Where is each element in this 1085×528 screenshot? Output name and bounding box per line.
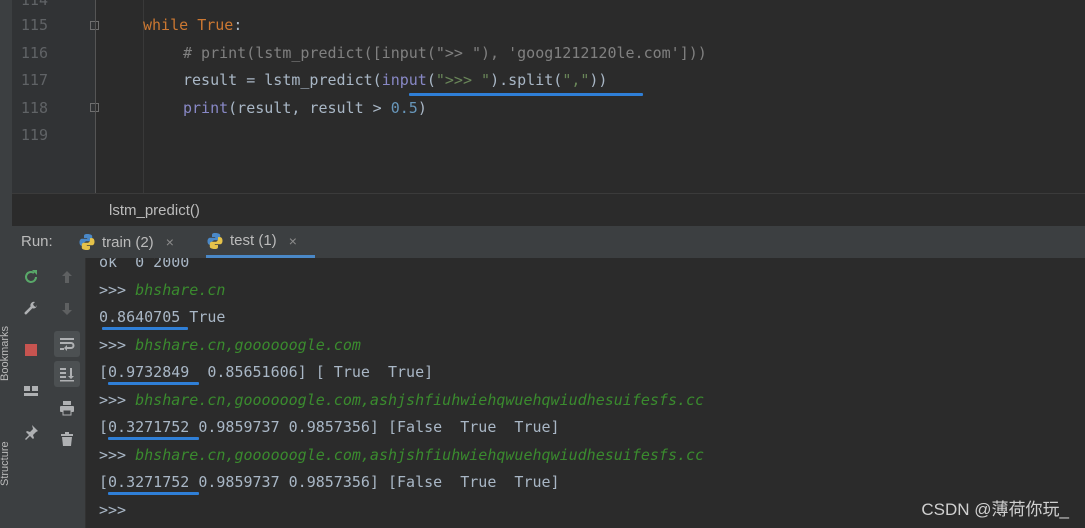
code-editor[interactable]: 114 115 116 117 118 119 while True: # pr… [12,0,1085,193]
highlight-underline [102,327,188,330]
string-literal: ">>> " [435,71,491,89]
code-line-115: while True: [143,16,242,34]
layout-icon[interactable] [20,380,42,402]
console-line: [0.3271752 0.9859737 0.9857356] [False T… [99,418,560,436]
line-gutter: 114 115 116 117 118 119 [12,0,99,193]
keyword: True [197,16,234,34]
console-prompt[interactable]: >>> [99,501,126,519]
builtin: print [183,99,229,117]
structure-tab[interactable]: Structure [0,441,11,486]
console-line: >>> bhshare.cn,goooooogle.com [99,336,361,354]
line-number: 114 [20,0,48,9]
console-user-input: bhshare.cn,goooooogle.com,ashjshfiuhwieh… [135,446,705,464]
print-icon[interactable] [56,397,78,419]
code-text: ( [426,71,436,89]
stop-icon[interactable] [20,339,42,361]
bookmarks-tab[interactable]: Bookmarks [0,326,11,381]
builtin: input [381,71,427,89]
console-user-input: bhshare.cn,goooooogle.com [135,336,361,354]
down-arrow-icon[interactable] [56,298,78,320]
soft-wrap-icon[interactable] [54,331,80,357]
gutter-divider [95,0,96,193]
console-line: >>> bhshare.cn,goooooogle.com,ashjshfiuh… [99,446,705,464]
python-icon [79,234,95,250]
console-line: [0.9732849 0.85651606] [ True True] [99,363,434,381]
code-text: result = lstm_predict( [183,71,382,89]
code-text: : [233,16,243,34]
console-user-input: bhshare.cn,goooooogle.com,ashjshfiuhwieh… [135,391,705,409]
rerun-icon[interactable] [20,266,42,288]
breadcrumb[interactable]: lstm_predict() [12,193,1085,227]
tab-train[interactable]: train (2) × [78,226,174,258]
keyword: while [143,16,189,34]
console-line: 0.8640705 True [99,308,226,326]
trash-icon[interactable] [56,428,78,450]
pin-icon[interactable] [20,421,42,443]
tab-label: train (2) [102,233,154,251]
line-number: 117 [20,71,48,89]
highlight-underline [108,382,199,385]
code-text: )) [589,71,608,89]
watermark: CSDN @薄荷你玩_ [921,500,1069,519]
console-line: >>> bhshare.cn,goooooogle.com,ashjshfiuh… [99,391,705,409]
highlight-underline [409,93,643,96]
string-literal: "," [562,71,590,89]
line-number: 116 [20,44,48,62]
up-arrow-icon[interactable] [56,266,78,288]
highlight-underline [108,437,199,440]
number-literal: 0.5 [390,99,418,117]
line-number: 119 [20,126,48,144]
line-number: 118 [20,99,48,117]
console-line: >>> bhshare.cn [99,281,226,299]
code-line-118: print(result, result > 0.5) [183,99,427,117]
close-icon[interactable]: × [289,233,297,249]
run-label: Run: [21,233,53,250]
line-number: 115 [20,16,48,34]
breadcrumb-item[interactable]: lstm_predict() [109,202,200,219]
scroll-to-end-icon[interactable] [54,361,80,387]
console-actions-toolbar [49,258,86,528]
console-line: ok 0 2000 [99,258,190,271]
run-actions-toolbar [12,258,49,528]
tab-test[interactable]: test (1) × [206,226,315,258]
run-console[interactable]: ok 0 2000 >>> bhshare.cn 0.8640705 True … [86,258,1085,528]
code-text: (result, result > [228,99,391,117]
tab-label: test (1) [230,232,277,249]
console-user-input: bhshare.cn [135,281,226,299]
code-text: ).split( [490,71,563,89]
code-text: ) [417,99,427,117]
console-line: [0.3271752 0.9859737 0.9857356] [False T… [99,473,560,491]
code-line-117: result = lstm_predict(input(">>> ").spli… [183,71,607,89]
highlight-underline [108,492,199,495]
close-icon[interactable]: × [166,234,174,250]
python-icon [207,232,223,249]
code-line-116: # print(lstm_predict([input(">> "), 'goo… [183,44,707,62]
comment: # print(lstm_predict([input(">> "), 'goo… [183,44,707,62]
wrench-icon[interactable] [20,298,42,320]
run-tool-window-header: Run: train (2) × test (1) × [12,226,1085,259]
